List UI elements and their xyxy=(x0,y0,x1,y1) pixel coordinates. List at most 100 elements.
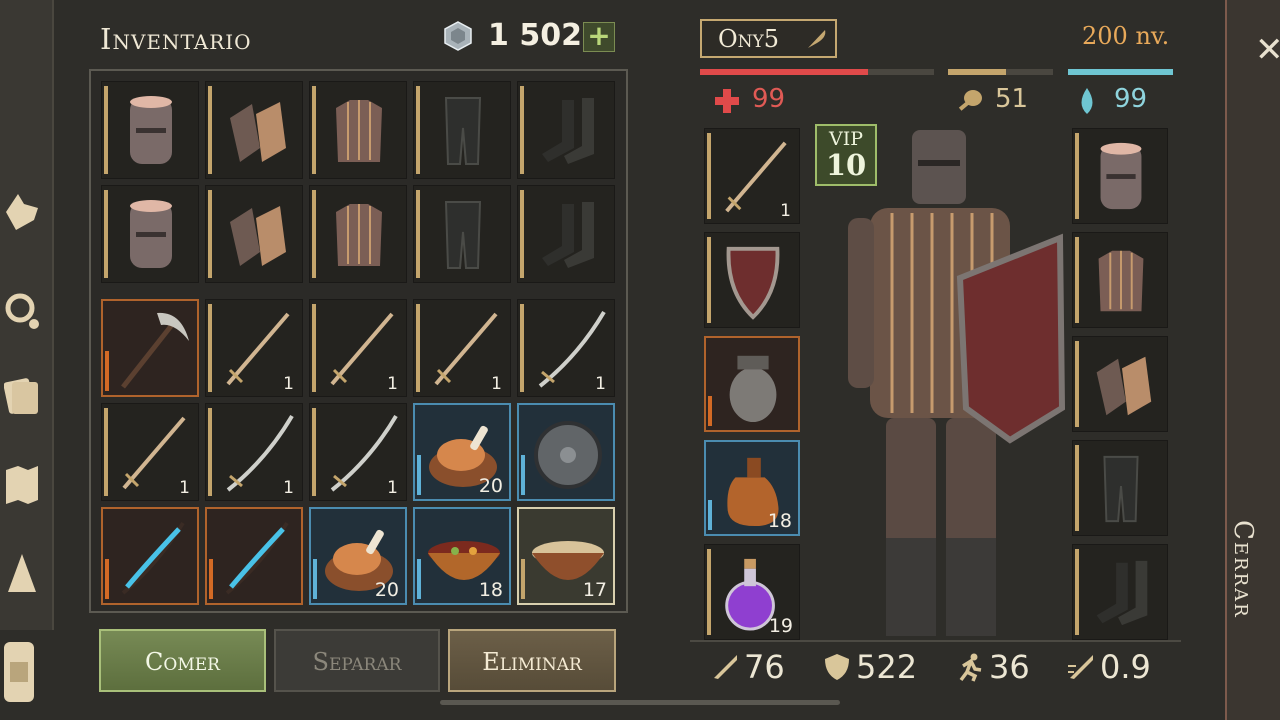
swift-sword-icon xyxy=(1068,655,1093,679)
inventory-slot[interactable] xyxy=(413,81,511,179)
durability-bar xyxy=(707,237,711,323)
equipment-slot-left[interactable]: 18 xyxy=(704,440,800,536)
cards-icon[interactable] xyxy=(4,374,40,418)
chainmail-gloves-icon xyxy=(230,206,286,266)
inventory-slot[interactable]: 1 xyxy=(101,403,199,501)
water-bar-fill xyxy=(1068,69,1173,75)
speed-stat: 36 xyxy=(955,648,1030,686)
add-currency-button[interactable]: + xyxy=(583,22,615,52)
equipment-slot-right[interactable] xyxy=(1072,440,1168,536)
durability-bar xyxy=(707,549,711,635)
item-quantity: 20 xyxy=(374,579,399,601)
durability-bar xyxy=(105,351,109,391)
map-icon[interactable] xyxy=(4,462,40,506)
inventory-slot[interactable] xyxy=(101,299,199,397)
inventory-slot[interactable] xyxy=(101,185,199,283)
durability-count: 1 xyxy=(387,374,398,394)
inventory-slot[interactable] xyxy=(309,185,407,283)
side-menu-rail xyxy=(0,0,54,630)
durability-bar xyxy=(312,86,316,174)
inventory-slot[interactable] xyxy=(101,81,199,179)
knight-character-figure xyxy=(848,130,1066,636)
defense-stat: 522 xyxy=(822,648,917,686)
food-bar xyxy=(948,69,1053,75)
defense-value: 522 xyxy=(856,648,918,686)
durability-bar xyxy=(104,190,108,278)
item-quantity: 18 xyxy=(478,579,503,601)
durability-bar xyxy=(417,559,421,599)
delete-button[interactable]: Eliminar xyxy=(448,629,616,692)
inventory-slot[interactable] xyxy=(413,185,511,283)
inventory-slot[interactable]: 1 xyxy=(309,299,407,397)
inventory-slot[interactable] xyxy=(205,185,303,283)
inventory-slot[interactable]: 1 xyxy=(205,403,303,501)
horizontal-scrollbar[interactable] xyxy=(440,700,840,705)
inventory-slot[interactable] xyxy=(517,185,615,283)
durability-bar xyxy=(104,86,108,174)
item-quantity: 20 xyxy=(478,475,503,497)
durability-bar xyxy=(1075,549,1079,635)
inventory-slot[interactable]: 1 xyxy=(413,299,511,397)
inventory-slot[interactable]: 1 xyxy=(517,299,615,397)
item-quantity: 17 xyxy=(582,579,607,601)
durability-bar xyxy=(1075,445,1079,531)
inventory-slot[interactable]: 20 xyxy=(309,507,407,605)
chainmail-tunic-icon xyxy=(1098,250,1144,312)
split-button[interactable]: Separar xyxy=(274,629,440,692)
durability-count: 1 xyxy=(283,374,294,394)
durability-bar xyxy=(521,559,525,599)
equipment-slot-right[interactable] xyxy=(1072,128,1168,224)
durability-count: 1 xyxy=(179,478,190,498)
eat-button[interactable]: Comer xyxy=(99,629,266,692)
durability-count: 1 xyxy=(595,374,606,394)
inventory-slot[interactable]: 1 xyxy=(205,299,303,397)
durability-bar xyxy=(208,86,212,174)
inventory-slot[interactable] xyxy=(205,81,303,179)
crafting-gear-icon[interactable] xyxy=(4,288,40,332)
pickaxe-icon xyxy=(121,312,189,389)
chainmail-gloves-icon xyxy=(1096,356,1152,416)
wizard-hat-icon[interactable] xyxy=(4,552,40,596)
inventory-slot[interactable]: 20 xyxy=(413,403,511,501)
inventory-slot[interactable]: 18 xyxy=(413,507,511,605)
durability-bar xyxy=(104,408,108,496)
spiked-helmet-icon xyxy=(729,355,777,423)
ice-bow-icon xyxy=(121,521,185,595)
equipment-slot-right[interactable] xyxy=(1072,336,1168,432)
equipment-slot-left[interactable]: 1 xyxy=(704,128,800,224)
inventory-slot[interactable] xyxy=(517,81,615,179)
food-value: 51 xyxy=(995,84,1029,114)
leather-boots-icon xyxy=(1096,560,1148,626)
durability-bar xyxy=(209,559,213,599)
inventory-slot[interactable] xyxy=(309,81,407,179)
gem-currency-icon xyxy=(444,21,472,51)
durability-bar xyxy=(416,304,420,392)
inventory-slot[interactable]: 17 xyxy=(517,507,615,605)
running-man-icon xyxy=(959,653,982,682)
durability-bar xyxy=(416,86,420,174)
inventory-slot[interactable] xyxy=(517,403,615,501)
water-drop-icon xyxy=(1081,88,1093,114)
durability-bar xyxy=(208,190,212,278)
inventory-slot[interactable] xyxy=(101,507,199,605)
wolf-head-icon[interactable] xyxy=(4,190,40,234)
backpack-icon[interactable] xyxy=(0,632,40,720)
durability-count: 1 xyxy=(387,478,398,498)
equipment-slot-right[interactable] xyxy=(1072,232,1168,328)
equipment-slot-right[interactable] xyxy=(1072,544,1168,640)
inventory-slot[interactable] xyxy=(205,507,303,605)
inventory-slot[interactable]: 1 xyxy=(309,403,407,501)
close-label[interactable]: Cerrar xyxy=(1228,520,1258,619)
equipment-slot-left[interactable]: 19 xyxy=(704,544,800,640)
close-icon[interactable]: ✕ xyxy=(1255,30,1280,70)
durability-bar xyxy=(208,408,212,496)
chainmail-gloves-icon xyxy=(230,102,286,162)
equipment-slot-left[interactable] xyxy=(704,336,800,432)
leather-leggings-icon xyxy=(444,201,482,269)
leather-leggings-icon xyxy=(1103,455,1139,523)
character-name-box[interactable]: Ony5 xyxy=(700,19,837,58)
durability-bar xyxy=(708,500,712,530)
great-helm-icon xyxy=(1100,142,1142,210)
quill-edit-icon[interactable] xyxy=(805,27,829,51)
equipment-slot-left[interactable] xyxy=(704,232,800,328)
